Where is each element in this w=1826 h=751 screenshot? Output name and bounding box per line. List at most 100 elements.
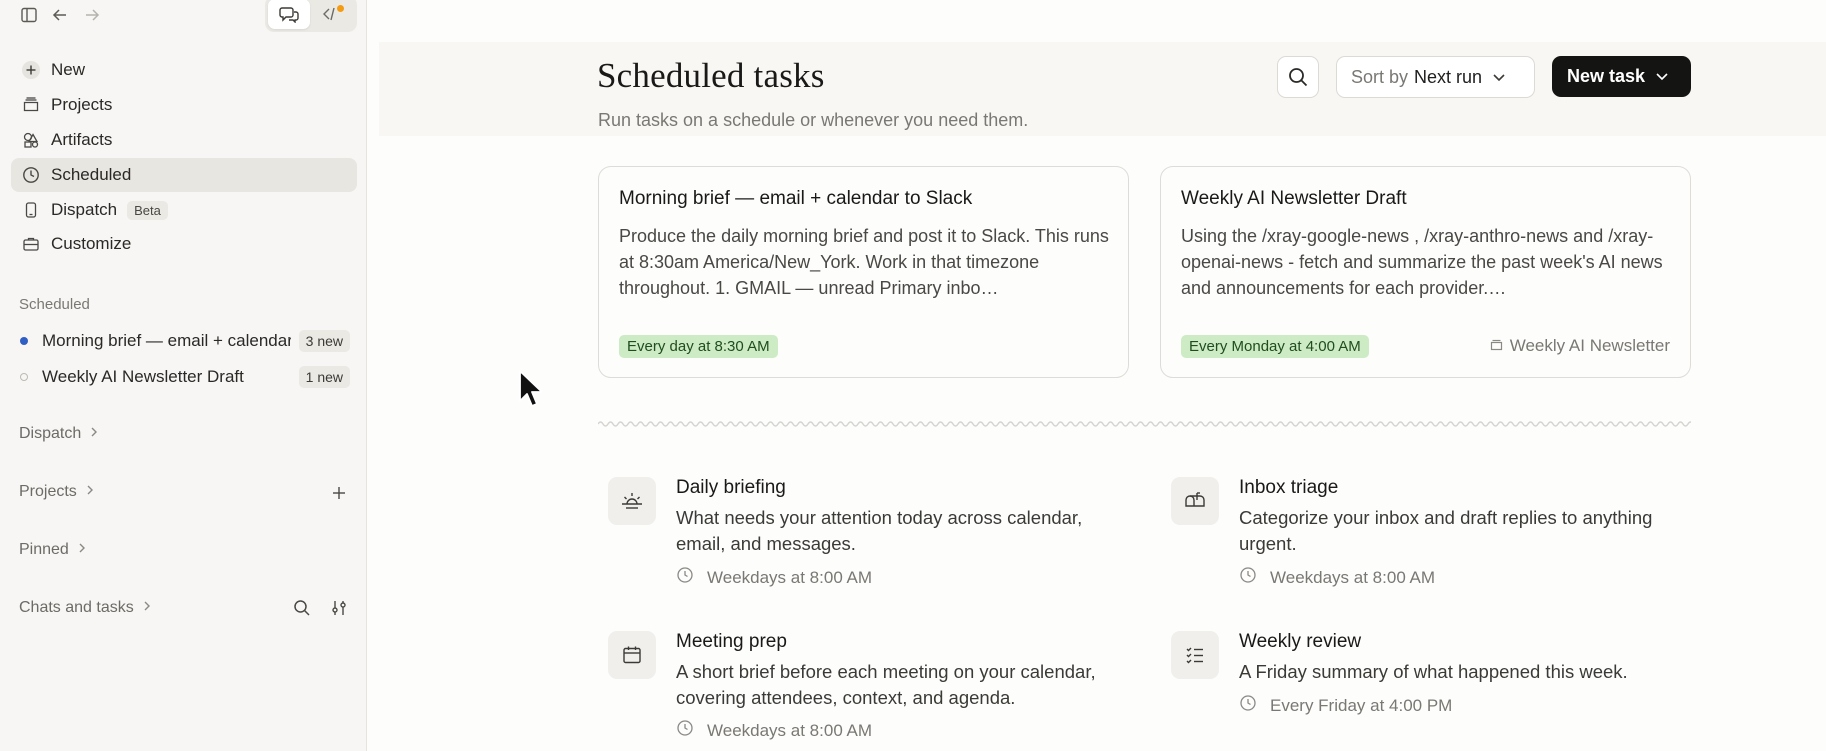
template-description: A Friday summary of what happened this w… bbox=[1239, 661, 1628, 682]
sidebar-item-label: New bbox=[51, 60, 86, 79]
scheduled-section-label: Scheduled bbox=[19, 296, 90, 313]
sidebar-item-new[interactable]: New bbox=[11, 53, 357, 87]
template-name: Meeting prep bbox=[676, 631, 787, 652]
chevron-right-icon bbox=[77, 541, 87, 559]
search-icon[interactable] bbox=[291, 597, 313, 619]
template-schedule: Weekdays at 8:00 AM bbox=[676, 566, 872, 589]
template-name: Inbox triage bbox=[1239, 477, 1339, 498]
chats-section-label: Chats and tasks bbox=[19, 599, 134, 616]
scheduled-item[interactable]: Weekly AI Newsletter Draft 1 new bbox=[20, 362, 350, 392]
mouse-cursor-icon bbox=[519, 370, 543, 407]
sidebar-item-projects[interactable]: Projects bbox=[11, 88, 357, 122]
clock-icon bbox=[676, 566, 694, 589]
sidebar-item-label: Customize bbox=[51, 234, 132, 253]
sidebar-toggle-icon[interactable] bbox=[18, 4, 40, 26]
briefcase-icon bbox=[21, 234, 41, 254]
sidebar-item-label: Projects bbox=[51, 95, 113, 114]
clock-icon bbox=[676, 719, 694, 742]
clock-icon bbox=[1239, 566, 1257, 589]
unread-dot bbox=[20, 337, 28, 345]
chevron-down-icon bbox=[1655, 66, 1669, 87]
filter-icon[interactable] bbox=[328, 597, 350, 619]
new-count-badge: 3 new bbox=[298, 330, 350, 352]
sidebar: New Projects Artifacts Scheduled Dispatc… bbox=[0, 0, 367, 751]
project-tag: Weekly AI Newsletter bbox=[1490, 336, 1670, 356]
dispatch-section-toggle[interactable]: Dispatch bbox=[19, 425, 99, 443]
template-weekly-review[interactable]: Weekly review A Friday summary of what h… bbox=[1171, 631, 1711, 716]
template-description: A short brief before each meeting on you… bbox=[676, 661, 1096, 708]
task-description: Using the /xray-google-news , /xray-anth… bbox=[1181, 226, 1663, 298]
template-schedule-text: Weekdays at 8:00 AM bbox=[707, 567, 873, 587]
new-count-badge: 1 new bbox=[298, 366, 350, 388]
chats-section-toggle[interactable]: Chats and tasks bbox=[19, 599, 152, 617]
template-schedule: Every Friday at 4:00 PM bbox=[1239, 694, 1452, 717]
template-inbox-triage[interactable]: Inbox triage Categorize your inbox and d… bbox=[1171, 477, 1711, 587]
template-name: Weekly review bbox=[1239, 631, 1362, 652]
sort-prefix: Sort by bbox=[1351, 66, 1409, 87]
read-dot bbox=[20, 373, 28, 381]
projects-section-label: Projects bbox=[19, 483, 77, 500]
mailbox-icon bbox=[1171, 477, 1219, 525]
checklist-icon bbox=[1171, 631, 1219, 679]
search-icon bbox=[1289, 68, 1308, 87]
chevron-right-icon bbox=[142, 599, 152, 617]
template-schedule-text: Every Friday at 4:00 PM bbox=[1270, 695, 1453, 715]
new-task-button[interactable]: New task bbox=[1552, 56, 1691, 97]
mode-toggle bbox=[265, 0, 357, 32]
schedule-pill: Every day at 8:30 AM bbox=[619, 335, 778, 358]
beta-badge: Beta bbox=[127, 200, 168, 220]
sunrise-icon bbox=[608, 477, 656, 525]
search-button[interactable] bbox=[1277, 56, 1319, 98]
template-schedule-text: Weekdays at 8:00 AM bbox=[707, 720, 873, 740]
sidebar-item-scheduled[interactable]: Scheduled bbox=[11, 158, 357, 192]
template-schedule: Weekdays at 8:00 AM bbox=[676, 719, 872, 742]
chevron-right-icon bbox=[85, 483, 95, 501]
sidebar-item-dispatch[interactable]: Dispatch Beta bbox=[11, 193, 357, 227]
sidebar-topbar bbox=[0, 0, 367, 32]
notification-dot bbox=[337, 5, 344, 12]
sort-value: Next run bbox=[1414, 66, 1483, 87]
scheduled-item-name: Weekly AI Newsletter Draft bbox=[42, 367, 244, 386]
pinned-section-label: Pinned bbox=[19, 541, 69, 558]
template-meeting-prep[interactable]: Meeting prep A short brief before each m… bbox=[608, 631, 1148, 741]
template-name: Daily briefing bbox=[676, 477, 786, 498]
sidebar-item-label: Scheduled bbox=[51, 165, 132, 184]
shapes-icon bbox=[21, 130, 41, 150]
project-name: Weekly AI Newsletter bbox=[1509, 336, 1670, 355]
new-task-label: New task bbox=[1567, 66, 1646, 86]
page-subtitle: Run tasks on a schedule or whenever you … bbox=[598, 110, 1029, 130]
forward-arrow-icon[interactable] bbox=[81, 4, 103, 26]
back-arrow-icon[interactable] bbox=[49, 4, 71, 26]
wave-divider bbox=[598, 421, 1691, 427]
schedule-pill: Every Monday at 4:00 AM bbox=[1181, 335, 1369, 358]
add-project-icon[interactable] bbox=[328, 482, 350, 504]
template-schedule: Weekdays at 8:00 AM bbox=[1239, 566, 1435, 589]
sidebar-item-artifacts[interactable]: Artifacts bbox=[11, 123, 357, 157]
scheduled-item-name: Morning brief — email + calendar to Slac… bbox=[42, 331, 291, 350]
chevron-right-icon bbox=[89, 425, 99, 443]
chevron-down-icon bbox=[1492, 67, 1506, 88]
calendar-icon bbox=[608, 631, 656, 679]
folder-icon bbox=[21, 95, 41, 115]
page-title: Scheduled tasks bbox=[597, 56, 825, 95]
sidebar-item-label: Dispatch bbox=[51, 200, 118, 219]
phone-icon bbox=[21, 200, 41, 220]
sidebar-item-label: Artifacts bbox=[51, 130, 113, 149]
folder-icon bbox=[1490, 336, 1503, 356]
task-card[interactable]: Weekly AI Newsletter Draft Using the /xr… bbox=[1160, 166, 1691, 378]
sidebar-item-customize[interactable]: Customize bbox=[11, 227, 357, 261]
projects-section-toggle[interactable]: Projects bbox=[19, 483, 95, 501]
chat-mode-button[interactable] bbox=[268, 0, 310, 29]
template-description: Categorize your inbox and draft replies … bbox=[1239, 507, 1653, 554]
code-mode-button[interactable] bbox=[312, 0, 354, 29]
scheduled-item[interactable]: Morning brief — email + calendar to Slac… bbox=[20, 326, 350, 356]
task-title: Morning brief — email + calendar to Slac… bbox=[619, 188, 973, 209]
dispatch-section-label: Dispatch bbox=[19, 425, 82, 442]
task-title: Weekly AI Newsletter Draft bbox=[1181, 188, 1407, 209]
task-card[interactable]: Morning brief — email + calendar to Slac… bbox=[598, 166, 1129, 378]
clock-icon bbox=[1239, 694, 1257, 717]
template-daily-briefing[interactable]: Daily briefing What needs your attention… bbox=[608, 477, 1148, 587]
pinned-section-toggle[interactable]: Pinned bbox=[19, 541, 87, 559]
template-description: What needs your attention today across c… bbox=[676, 507, 1083, 554]
sort-dropdown[interactable]: Sort by Next run bbox=[1336, 56, 1535, 98]
